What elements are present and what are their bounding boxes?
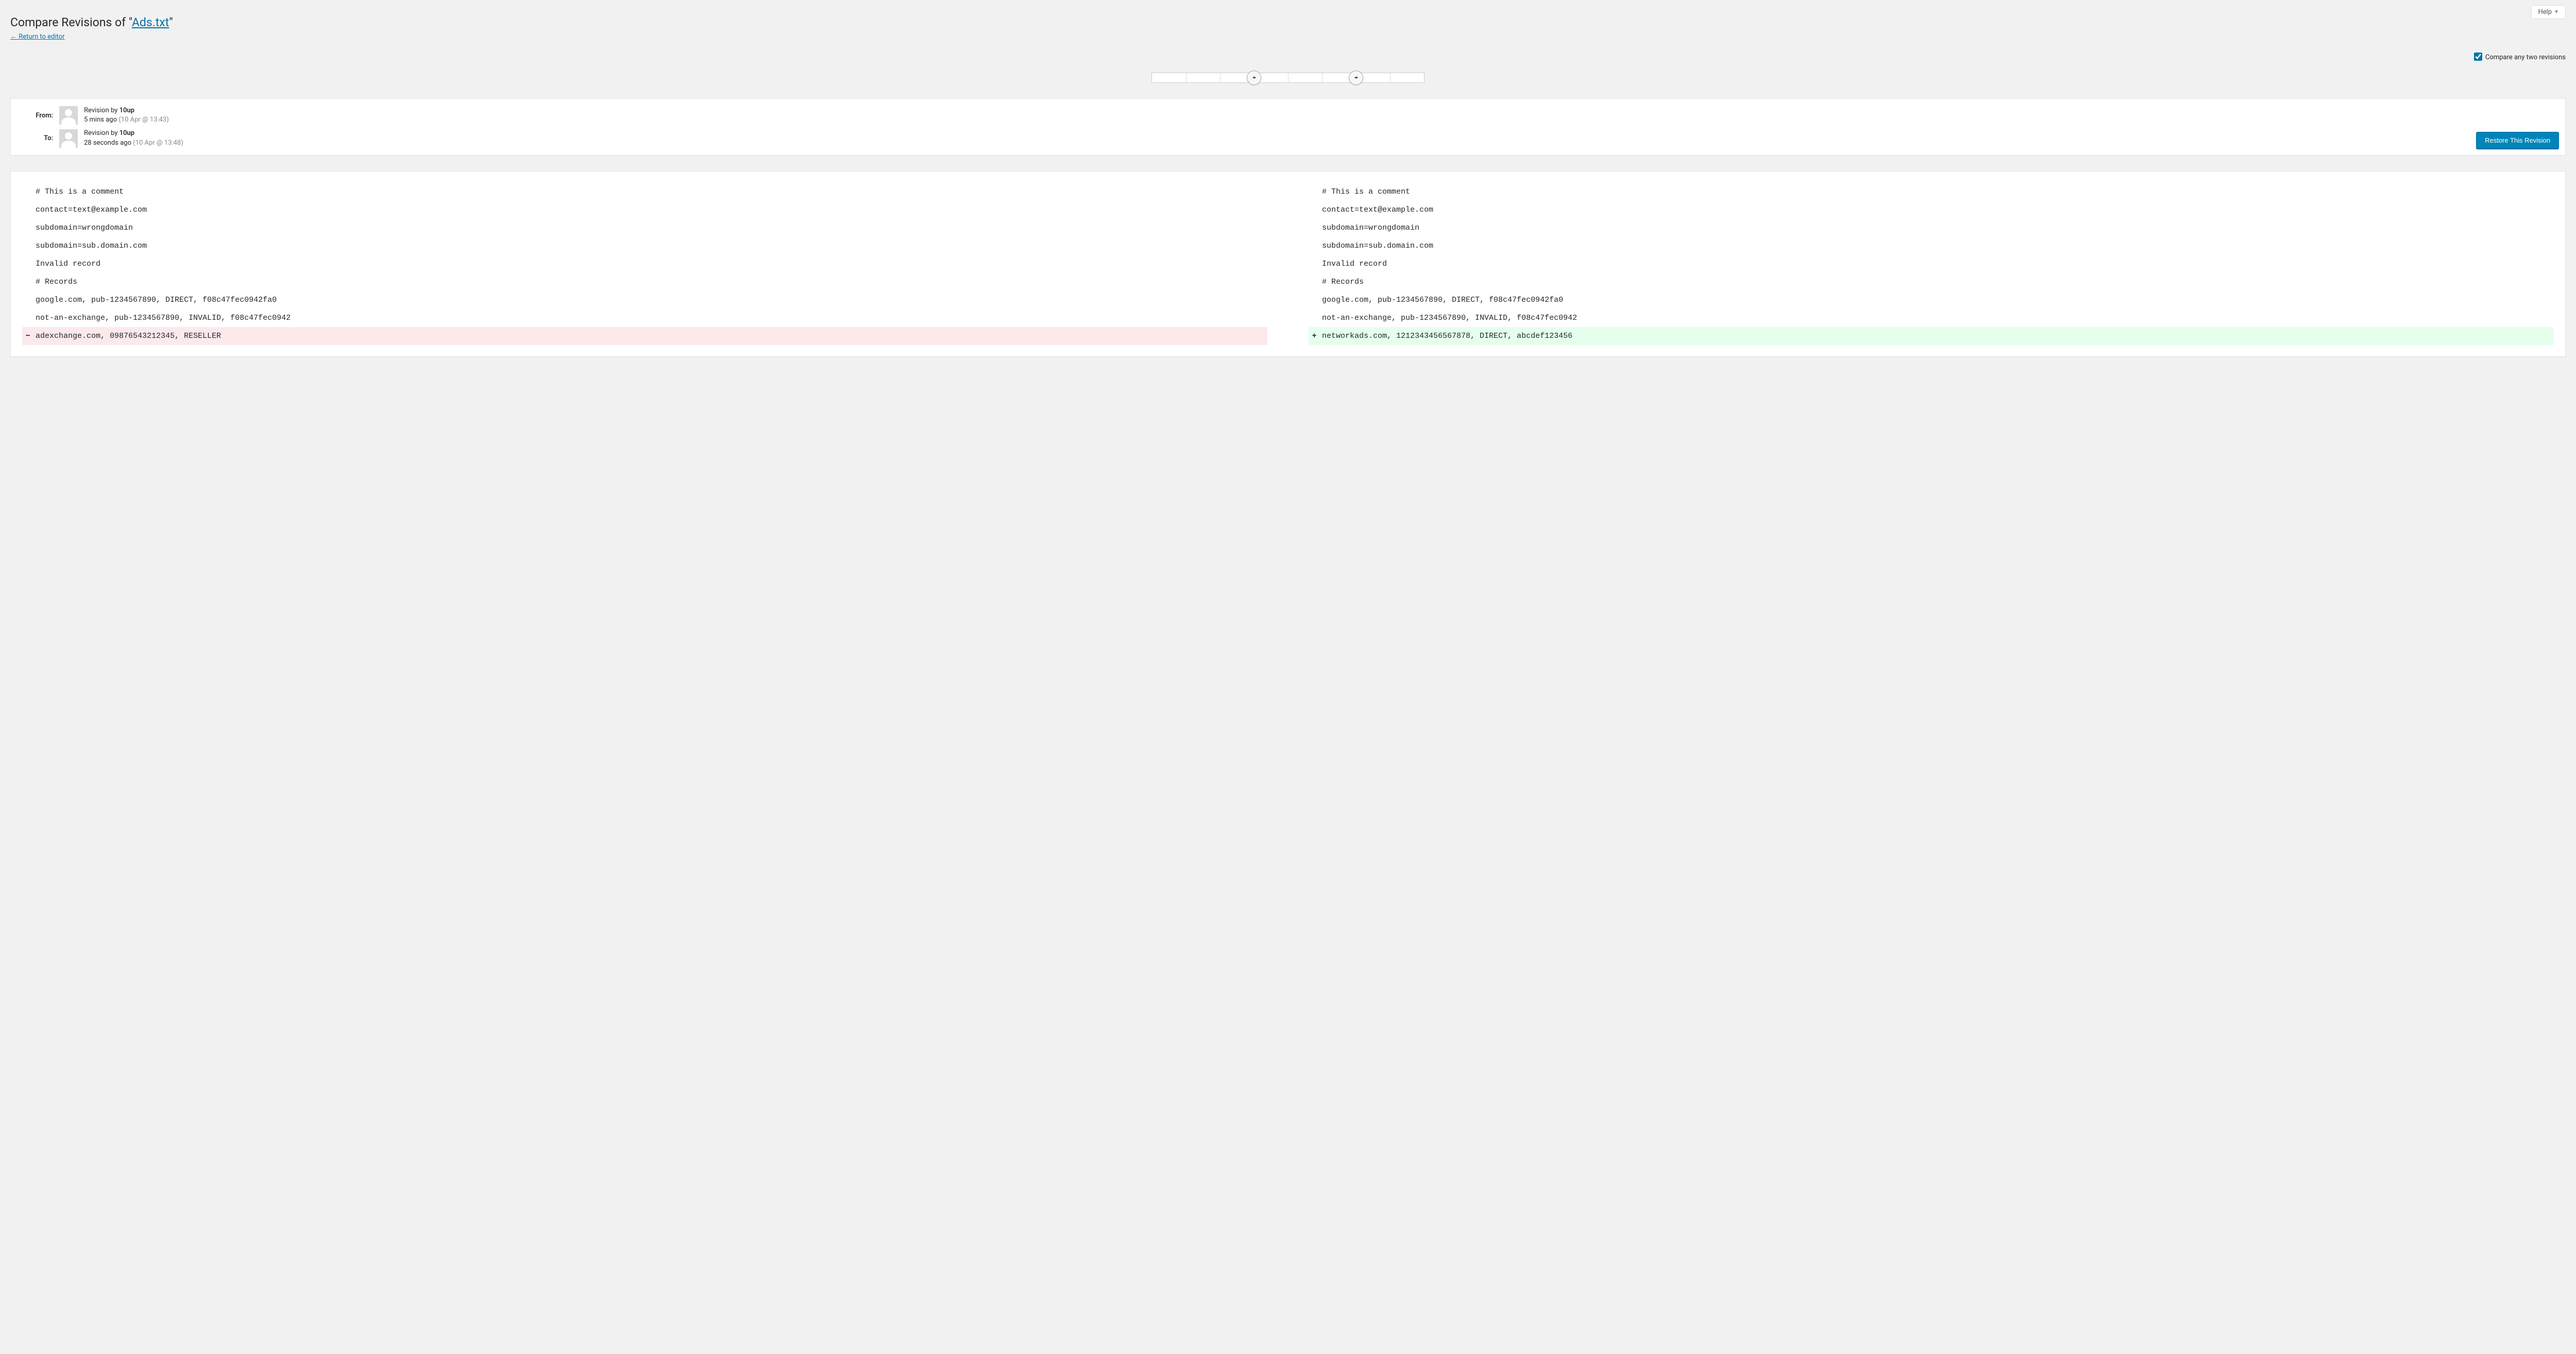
diff-line-left: Invalid record [33, 255, 1267, 273]
help-tab[interactable]: Help ▼ [2531, 5, 2566, 19]
restore-revision-button[interactable]: Restore This Revision [2476, 132, 2559, 149]
page-title-prefix: Compare Revisions of " [10, 15, 132, 29]
diff-line-left: # Records [33, 273, 1267, 291]
diff-line-left: google.com, pub-1234567890, DIRECT, f08c… [33, 291, 1267, 309]
diff-line-right: contact=text@example.com [1320, 201, 2554, 219]
diff-line-right: subdomain=sub.domain.com [1320, 237, 2554, 255]
from-label: From: [17, 112, 53, 119]
revision-author: 10up [120, 129, 134, 137]
diff-minus-marker: − [22, 327, 33, 345]
revision-author: 10up [120, 107, 134, 114]
page-title-link[interactable]: Ads.txt [132, 15, 169, 29]
to-label: To: [17, 134, 53, 142]
avatar [59, 129, 78, 148]
diff-line-left: contact=text@example.com [33, 201, 1267, 219]
chevron-down-icon: ▼ [2554, 9, 2559, 15]
slider-grip-icon: ◂▸ [1354, 75, 1358, 80]
slider-grip-icon: ◂▸ [1252, 75, 1256, 80]
revisions-diff: # This is a comment# This is a commentco… [10, 171, 2566, 357]
to-date: (10 Apr @ 13:48) [133, 139, 183, 147]
slider-handle-to[interactable]: ◂▸ [1349, 71, 1363, 85]
diff-line-right: google.com, pub-1234567890, DIRECT, f08c… [1320, 291, 2554, 309]
revision-slider[interactable]: ◂▸ ◂▸ [1151, 73, 1425, 83]
diff-line-right: Invalid record [1320, 255, 2554, 273]
diff-line-left: not-an-exchange, pub-1234567890, INVALID… [33, 309, 1267, 327]
diff-line-left: # This is a comment [33, 183, 1267, 201]
page-title: Compare Revisions of "Ads.txt" [10, 5, 2566, 29]
slider-handle-from[interactable]: ◂▸ [1247, 71, 1261, 85]
diff-line-right: # This is a comment [1320, 183, 2554, 201]
diff-line-right: not-an-exchange, pub-1234567890, INVALID… [1320, 309, 2554, 327]
revision-by-text: Revision by [84, 107, 120, 114]
revisions-meta: From: Revision by 10up 5 mins ago (10 Ap… [10, 98, 2566, 156]
compare-two-checkbox[interactable] [2474, 53, 2482, 61]
diff-plus-marker: + [1309, 327, 1320, 345]
diff-added-line: networkads.com, 1212343456567878, DIRECT… [1320, 327, 2554, 345]
help-tab-label: Help [2538, 8, 2552, 16]
diff-removed-line: adexchange.com, 09876543212345, RESELLER [33, 327, 1267, 345]
avatar [59, 106, 78, 125]
diff-line-left: subdomain=wrongdomain [33, 219, 1267, 237]
diff-line-right: subdomain=wrongdomain [1320, 219, 2554, 237]
to-ago: 28 seconds ago [84, 139, 131, 147]
return-to-editor-link[interactable]: ← Return to editor [10, 33, 64, 41]
compare-two-label[interactable]: Compare any two revisions [2485, 54, 2566, 61]
from-ago: 5 mins ago [84, 116, 117, 124]
revision-by-text: Revision by [84, 129, 120, 137]
diff-line-left: subdomain=sub.domain.com [33, 237, 1267, 255]
diff-line-right: # Records [1320, 273, 2554, 291]
from-date: (10 Apr @ 13:43) [118, 116, 169, 124]
page-title-suffix: " [169, 15, 173, 29]
